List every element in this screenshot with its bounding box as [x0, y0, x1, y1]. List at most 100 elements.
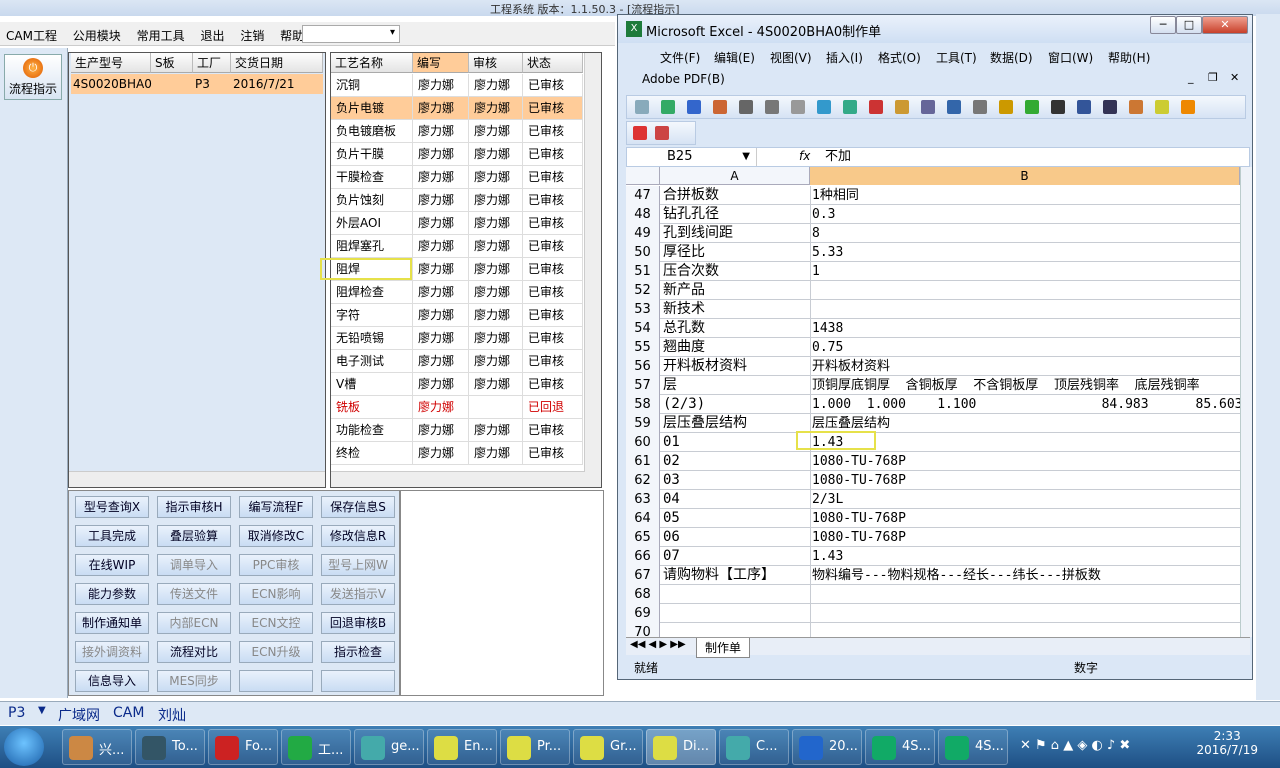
cell-a[interactable]: 02 — [661, 452, 808, 471]
action-button[interactable]: 保存信息S — [321, 496, 395, 518]
sheet-row[interactable]: 57 层顶铜厚底铜厚 含铜板厚 不含铜板厚 顶层残铜率 底层残铜率 — [626, 376, 1240, 395]
permission-icon[interactable] — [713, 100, 727, 114]
sheet-row[interactable]: 69 — [626, 604, 1240, 623]
action-button[interactable] — [239, 670, 313, 692]
cell-a[interactable]: 开料板材资料 — [661, 357, 808, 376]
process-row[interactable]: 字符 廖力娜 廖力娜 已审核 — [331, 304, 583, 327]
cell-a[interactable]: 合拼板数 — [661, 186, 808, 205]
doc-minimize-icon[interactable]: _ — [1188, 71, 1194, 84]
cell-a[interactable]: 压合次数 — [661, 262, 808, 281]
sheet-row[interactable]: 55 翘曲度 0.75 — [626, 338, 1240, 357]
sheet-row[interactable]: 49 孔到线间距 8 — [626, 224, 1240, 243]
sheet-vscroll[interactable] — [1240, 167, 1252, 637]
hyperlink-icon[interactable] — [999, 100, 1013, 114]
cell-b[interactable] — [810, 585, 1240, 604]
process-row[interactable]: 沉铜 廖力娜 廖力娜 已审核 — [331, 74, 583, 97]
doc-restore-icon[interactable]: ❐ — [1208, 71, 1218, 84]
sheet-row[interactable]: 53 新技术 — [626, 300, 1240, 319]
row-number[interactable]: 48 — [626, 205, 660, 224]
cell-a[interactable]: 03 — [661, 471, 808, 490]
action-button[interactable]: 指示检查 — [321, 641, 395, 663]
cell-a[interactable]: 孔到线间距 — [661, 224, 808, 243]
cell-b[interactable] — [810, 623, 1240, 637]
autosum-icon[interactable] — [1025, 100, 1039, 114]
cell-a[interactable]: 04 — [661, 490, 808, 509]
process-row[interactable]: 无铅喷锡 廖力娜 廖力娜 已审核 — [331, 327, 583, 350]
cell-b[interactable]: 0.75 — [810, 338, 1240, 357]
cell-b[interactable]: 5.33 — [810, 243, 1240, 262]
maximize-icon[interactable]: □ — [1176, 16, 1202, 34]
menu-logout[interactable]: 注销 — [234, 22, 270, 44]
row-number[interactable]: 52 — [626, 281, 660, 300]
action-button[interactable]: MES同步 — [157, 670, 231, 692]
row-number[interactable]: 54 — [626, 319, 660, 338]
action-button[interactable]: 工具完成 — [75, 525, 149, 547]
row-number[interactable]: 53 — [626, 300, 660, 319]
taskbar-item[interactable]: 4S... — [938, 729, 1008, 765]
tab-nav-icon[interactable]: ◀◀ ◀ ▶ ▶▶ — [630, 639, 686, 650]
cell-b[interactable]: 顶铜厚底铜厚 含铜板厚 不含铜板厚 顶层残铜率 底层残铜率 — [810, 376, 1240, 395]
action-button[interactable]: 能力参数 — [75, 583, 149, 605]
product-hscroll[interactable] — [69, 471, 325, 487]
action-button[interactable]: 回退审核B — [321, 612, 395, 634]
cell-b[interactable]: 1080-TU-768P — [810, 509, 1240, 528]
process-row[interactable]: 负片干膜 廖力娜 廖力娜 已审核 — [331, 143, 583, 166]
menu-cam[interactable]: CAM工程 — [0, 22, 63, 44]
excel-menu-adobe[interactable]: Adobe PDF(B) — [642, 72, 725, 86]
action-button[interactable]: 信息导入 — [75, 670, 149, 692]
row-number[interactable]: 64 — [626, 509, 660, 528]
process-row[interactable]: 功能检查 廖力娜 廖力娜 已审核 — [331, 419, 583, 442]
cell-b[interactable]: 1080-TU-768P — [810, 452, 1240, 471]
row-number[interactable]: 69 — [626, 604, 660, 623]
cell-a[interactable]: 总孔数 — [661, 319, 808, 338]
taskbar-item[interactable]: 20... — [792, 729, 862, 765]
action-button[interactable] — [321, 670, 395, 692]
cell-a[interactable]: 05 — [661, 509, 808, 528]
close-icon[interactable]: ✕ — [1202, 16, 1248, 34]
col-header-factory[interactable]: 工厂 — [193, 53, 231, 73]
cell-b[interactable]: 1.000 1.000 1.100 84.983 85.603 — [810, 395, 1240, 414]
chevron-down-icon[interactable]: ▼ — [38, 705, 46, 716]
row-number[interactable]: 63 — [626, 490, 660, 509]
row-number[interactable]: 50 — [626, 243, 660, 262]
sort-asc-icon[interactable] — [1051, 100, 1065, 114]
excel-menu-format[interactable]: 格式(O) — [878, 49, 921, 66]
action-button[interactable]: 型号上网W — [321, 554, 395, 576]
row-number[interactable]: 70 — [626, 623, 660, 637]
sheet-row[interactable]: 67 请购物料【工序】 物料编号---物料规格---经长---纬长---拼板数 — [626, 566, 1240, 585]
cell-b[interactable]: 1 — [810, 262, 1240, 281]
formula-input[interactable]: 不加 — [825, 148, 851, 166]
row-number[interactable]: 59 — [626, 414, 660, 433]
row-number[interactable]: 55 — [626, 338, 660, 357]
cell-a[interactable] — [661, 623, 808, 637]
col-header-writer[interactable]: 编写 — [413, 53, 469, 73]
menu-combo[interactable] — [302, 25, 400, 43]
sheet-row[interactable]: 66 07 1.43 — [626, 547, 1240, 566]
col-header-s[interactable]: S板 — [151, 53, 193, 73]
cell-a[interactable]: 07 — [661, 547, 808, 566]
process-row[interactable]: 阻焊塞孔 廖力娜 廖力娜 已审核 — [331, 235, 583, 258]
taskbar-item[interactable]: ge... — [354, 729, 424, 765]
sheet-row[interactable]: 62 03 1080-TU-768P — [626, 471, 1240, 490]
flow-instruction-button[interactable]: ⏻ 流程指示 — [4, 54, 62, 100]
action-button[interactable]: 发送指示V — [321, 583, 395, 605]
action-button[interactable]: 取消修改C — [239, 525, 313, 547]
sheet-row[interactable]: 70 — [626, 623, 1240, 637]
action-button[interactable]: 传送文件 — [157, 583, 231, 605]
cell-a[interactable] — [661, 585, 808, 604]
cell-b[interactable]: 0.3 — [810, 205, 1240, 224]
taskbar-item[interactable]: Gr... — [573, 729, 643, 765]
redo-icon[interactable] — [973, 100, 987, 114]
sort-desc-icon[interactable] — [1077, 100, 1091, 114]
process-vscroll[interactable] — [584, 53, 601, 487]
process-row[interactable]: 负片蚀刻 廖力娜 廖力娜 已审核 — [331, 189, 583, 212]
taskbar-item[interactable]: C... — [719, 729, 789, 765]
menu-tools[interactable]: 常用工具 — [131, 22, 191, 44]
sheet-row[interactable]: 68 — [626, 585, 1240, 604]
action-button[interactable]: 型号查询X — [75, 496, 149, 518]
col-header-model[interactable]: 生产型号 — [71, 53, 151, 73]
row-number[interactable]: 66 — [626, 547, 660, 566]
sheet-row[interactable]: 51 压合次数 1 — [626, 262, 1240, 281]
row-number[interactable]: 51 — [626, 262, 660, 281]
cell-a[interactable]: 01 — [661, 433, 808, 452]
